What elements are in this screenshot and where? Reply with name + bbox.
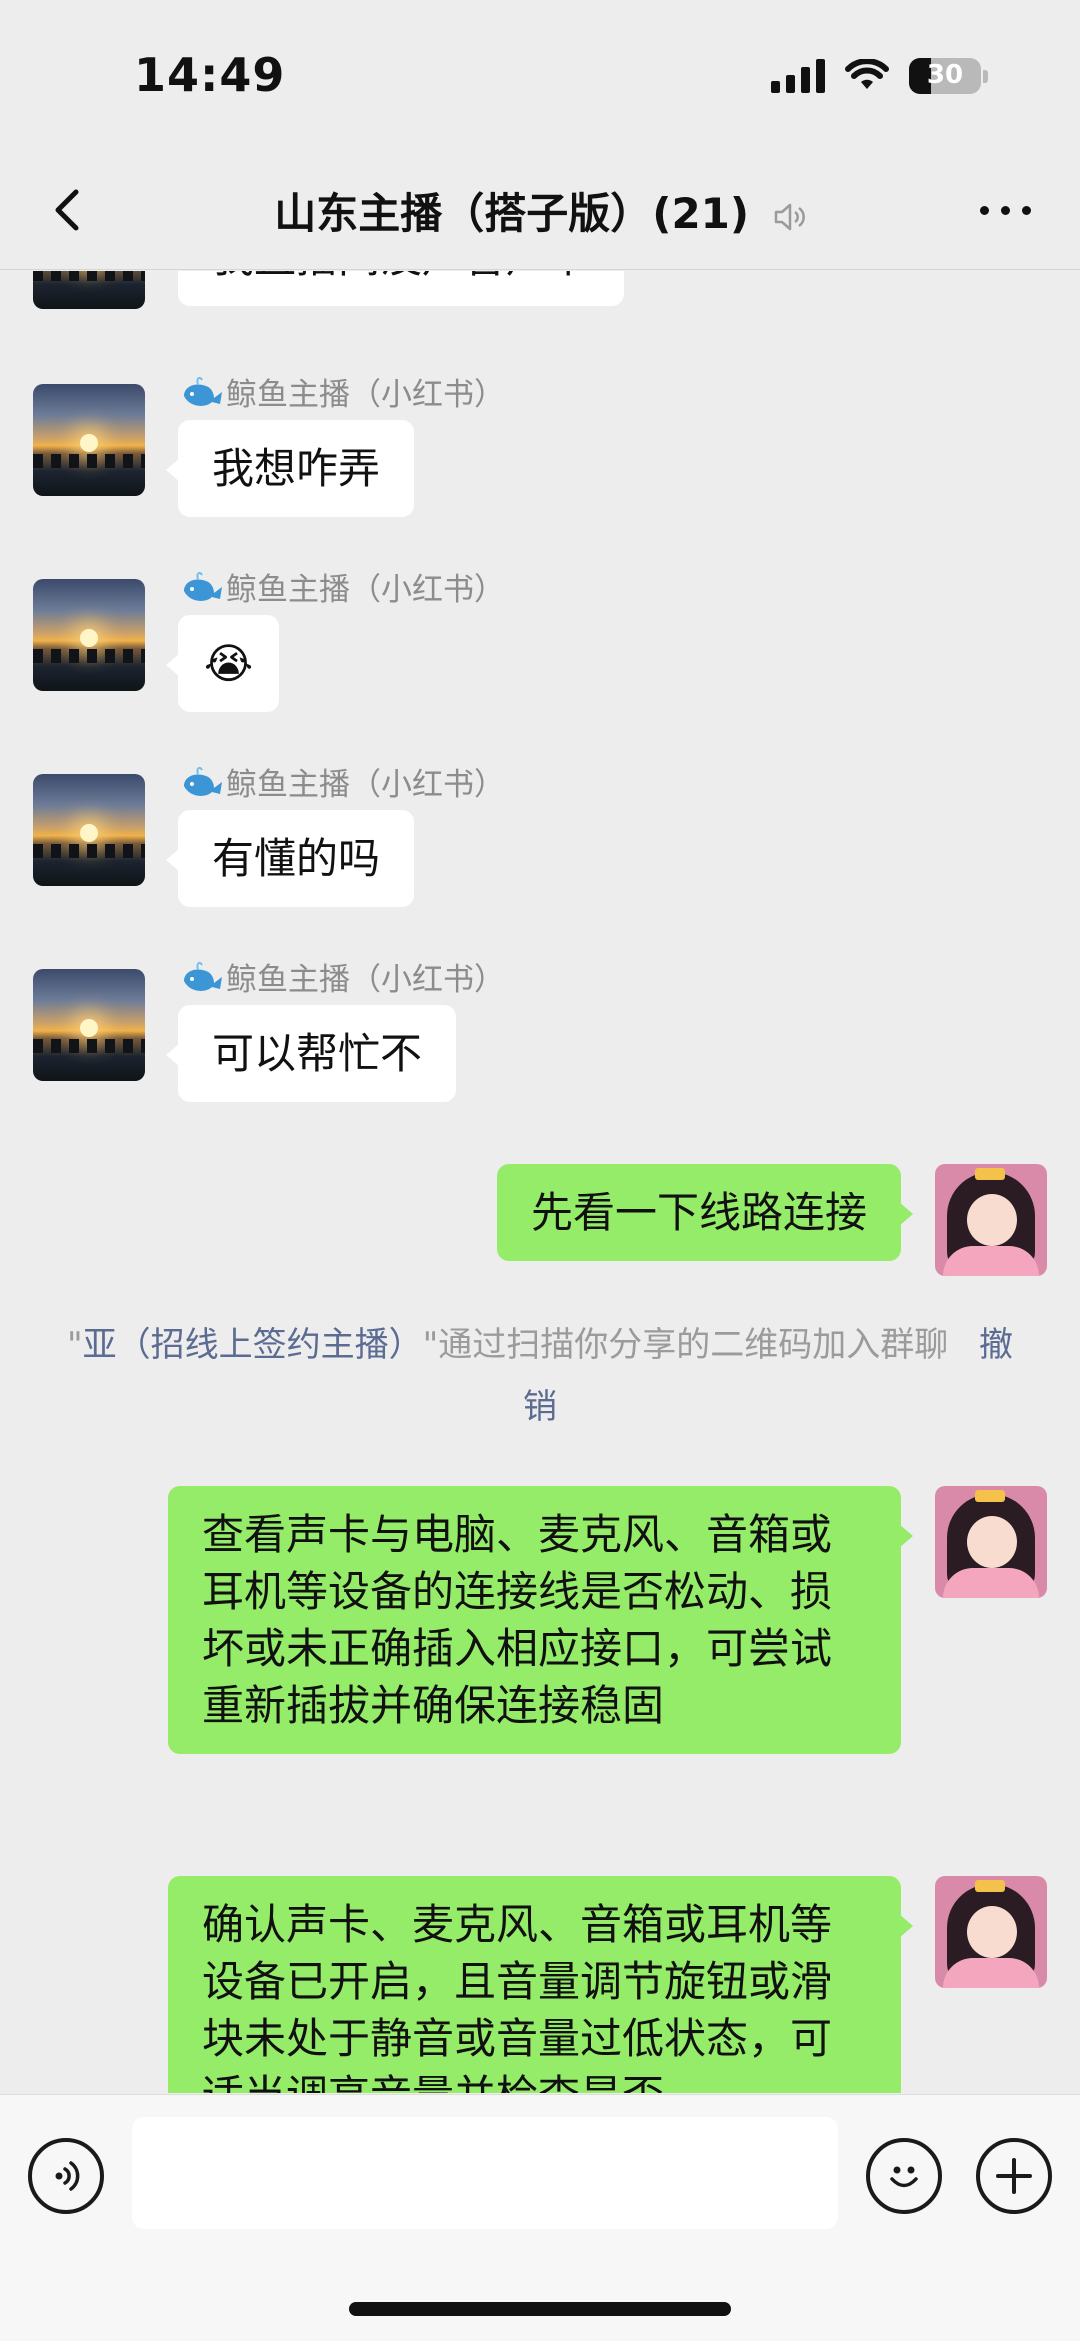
avatar[interactable]: [33, 271, 145, 309]
voice-icon: [55, 2161, 80, 2191]
chat-message-list[interactable]: 我直播间没声音声卡 鲸鱼主播（小红书） 我想咋弄 鲸鱼主播（小红书） 😭: [0, 271, 1080, 2093]
whale-icon: [184, 766, 222, 796]
cellular-signal-icon: [771, 59, 825, 93]
message-bubble-received[interactable]: 😭: [165, 615, 280, 712]
whale-icon: [184, 961, 222, 991]
system-notice: "亚（招线上签约主播）"通过扫描你分享的二维码加入群聊 撤销: [60, 1314, 1020, 1438]
message-text: 查看声卡与电脑、麦克风、音箱或耳机等设备的连接线是否松动、损坏或未正确插入相应接…: [202, 1510, 833, 1730]
battery-icon: 30: [909, 58, 981, 94]
sender-name-text: 鲸鱼主播（小红书）: [226, 962, 505, 998]
battery-level-text: 30: [926, 60, 964, 90]
wifi-icon: [845, 59, 889, 89]
avatar[interactable]: [33, 579, 145, 691]
status-icons: 30: [771, 58, 988, 94]
more-functions-button[interactable]: [976, 2138, 1052, 2214]
sender-name: 鲸鱼主播（小红书）: [180, 759, 505, 804]
my-avatar[interactable]: [935, 1486, 1047, 1598]
sender-name-text: 鲸鱼主播（小红书）: [226, 572, 505, 608]
message-text: 先看一下线路连接: [530, 1188, 867, 1237]
chat-title-text: 山东主播（搭子版）(21): [274, 189, 750, 238]
message-text: 我直播间没声音声卡: [212, 271, 590, 282]
crying-emoji: 😭: [204, 639, 254, 688]
message-text: 确认声卡、麦克风、音箱或耳机等设备已开启，且音量调节旋钮或滑块未处于静音或音量过…: [202, 1900, 833, 2093]
smiley-icon: [890, 2166, 918, 2188]
message-bubble-received[interactable]: 我想咋弄: [165, 420, 415, 517]
message-text: 我想咋弄: [212, 444, 381, 493]
my-avatar[interactable]: [935, 1164, 1047, 1276]
message-bubble-received[interactable]: 可以帮忙不: [165, 1005, 457, 1102]
whale-icon: [184, 571, 222, 601]
sender-name: 鲸鱼主播（小红书）: [180, 954, 505, 999]
avatar[interactable]: [33, 384, 145, 496]
voice-input-button[interactable]: [28, 2138, 104, 2214]
message-text: 有懂的吗: [212, 834, 381, 883]
chat-title: 山东主播（搭子版）(21): [0, 180, 1080, 241]
battery-tip: [983, 69, 988, 83]
status-bar: 14:49 30: [0, 0, 1080, 150]
more-options-icon[interactable]: [970, 190, 1040, 230]
home-indicator[interactable]: [349, 2302, 731, 2316]
chat-header: 山东主播（搭子版）(21): [0, 150, 1080, 270]
message-bubble-received[interactable]: 有懂的吗: [165, 810, 415, 907]
message-bubble-sent[interactable]: 确认声卡、麦克风、音箱或耳机等设备已开启，且音量调节旋钮或滑块未处于静音或音量过…: [168, 1876, 913, 2093]
invited-user-link[interactable]: 亚（招线上签约主播）: [83, 1325, 423, 1365]
my-avatar[interactable]: [935, 1876, 1047, 1988]
plus-icon: [996, 2158, 1032, 2194]
system-notice-quote: ": [66, 1325, 83, 1365]
status-time: 14:49: [134, 48, 286, 102]
mute-icon: [774, 203, 805, 230]
message-bubble-received[interactable]: 我直播间没声音声卡: [178, 271, 625, 306]
message-input[interactable]: [132, 2117, 838, 2229]
message-text: 可以帮忙不: [212, 1029, 423, 1078]
avatar[interactable]: [33, 774, 145, 886]
sender-name: 鲸鱼主播（小红书）: [180, 369, 505, 414]
message-bubble-sent[interactable]: 查看声卡与电脑、麦克风、音箱或耳机等设备的连接线是否松动、损坏或未正确插入相应接…: [168, 1486, 913, 1754]
sender-name-text: 鲸鱼主播（小红书）: [226, 377, 505, 413]
sender-name: 鲸鱼主播（小红书）: [180, 564, 505, 609]
sender-name-text: 鲸鱼主播（小红书）: [226, 767, 505, 803]
avatar[interactable]: [33, 969, 145, 1081]
emoji-button[interactable]: [866, 2138, 942, 2214]
whale-icon: [184, 376, 222, 406]
message-bubble-sent[interactable]: 先看一下线路连接: [496, 1164, 914, 1261]
system-notice-text: "通过扫描你分享的二维码加入群聊: [422, 1325, 949, 1365]
